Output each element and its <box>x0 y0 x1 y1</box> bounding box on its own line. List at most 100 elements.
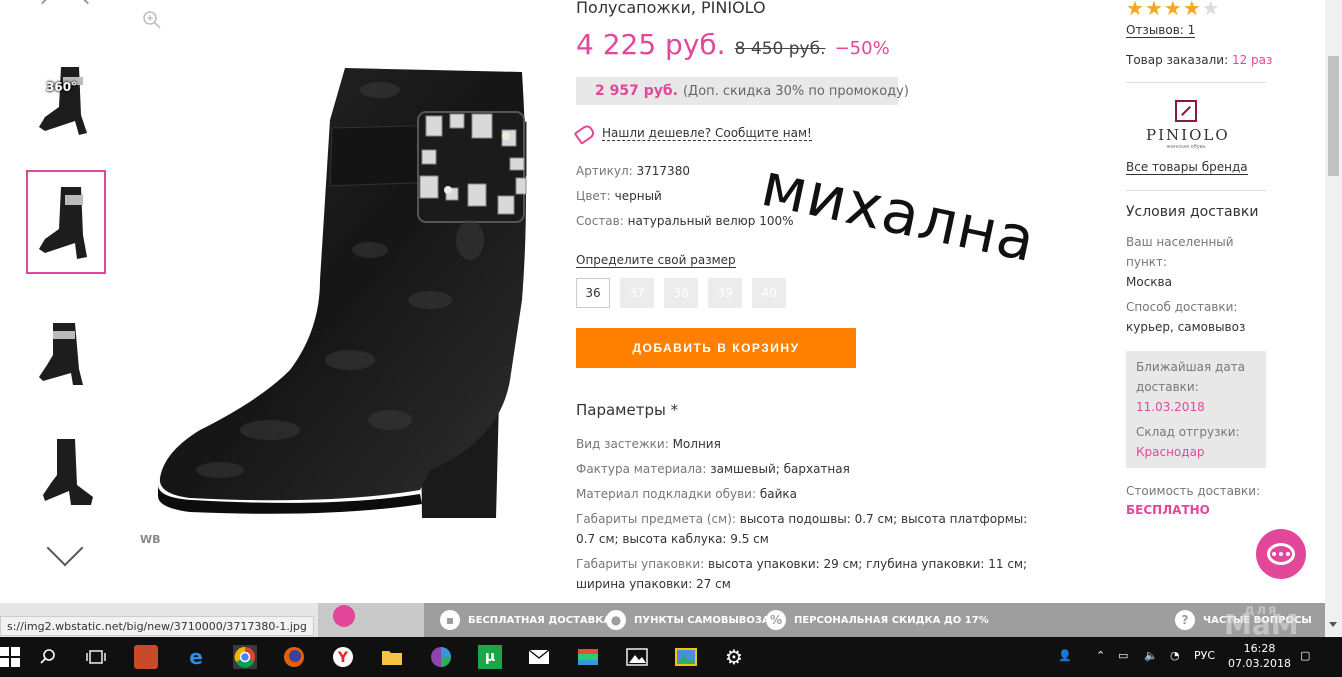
chat-button[interactable] <box>1256 529 1306 579</box>
notifications-icon[interactable]: ▢ <box>1300 649 1310 662</box>
tag-icon: % <box>766 610 786 630</box>
free-delivery-item[interactable]: ▪ БЕСПЛАТНАЯ ДОСТАВКА <box>440 603 611 637</box>
boot-thumbnail-image <box>43 439 93 505</box>
divider <box>1126 190 1266 191</box>
volume-icon[interactable]: 🔈 <box>1144 649 1158 662</box>
scrollbar-thumb[interactable] <box>1328 56 1339 176</box>
file-explorer-icon[interactable] <box>380 645 404 669</box>
price-row: 4 225 руб. 8 450 руб. −50% <box>576 28 890 61</box>
yandex-browser-icon[interactable]: Y <box>331 645 355 669</box>
param-value: байка <box>759 487 797 501</box>
found-cheaper[interactable]: Нашли дешевле? Сообщите нам! <box>573 122 812 145</box>
boot-thumbnail-image <box>39 67 87 135</box>
param-row: Фактура материала: замшевый; бархатная <box>576 459 1046 479</box>
mail-icon[interactable] <box>527 645 551 669</box>
size-option-unavailable: 39 <box>708 278 742 308</box>
thumbnail-back[interactable] <box>26 418 106 522</box>
chevron-up-icon[interactable]: ⌃ <box>1096 649 1105 662</box>
badge-360: 360° <box>46 80 78 94</box>
game-app-icon[interactable] <box>134 645 158 669</box>
thumbnail-strip: 360° <box>0 0 130 600</box>
size-option-unavailable: 40 <box>752 278 786 308</box>
bottom-item-label: ПЕРСОНАЛЬНАЯ СКИДКА ДО 17% <box>794 614 989 626</box>
notification-dot[interactable] <box>333 605 355 627</box>
promo-price-box: 2 957 руб. (Доп. скидка 30% по промокоду… <box>576 77 909 105</box>
attribute-value: черный <box>614 189 662 203</box>
windows-start-icon[interactable] <box>0 647 20 667</box>
size-guide-link[interactable]: Определите свой размер <box>576 253 736 268</box>
scrollbar[interactable] <box>1325 0 1342 637</box>
watermark: для МаМ <box>1224 604 1299 641</box>
brand-monogram-icon <box>1175 100 1197 122</box>
attribute-key: Артикул: <box>576 164 633 178</box>
current-price: 4 225 руб. <box>576 28 726 61</box>
scroll-up-icon[interactable] <box>41 0 89 27</box>
nearest-date-label: Ближайшая дата доставки: <box>1136 360 1246 394</box>
price-tag-icon <box>573 122 597 145</box>
task-view-icon[interactable] <box>84 645 108 669</box>
main-product-image[interactable]: WB <box>130 0 560 560</box>
boot-thumbnail-image <box>39 323 83 385</box>
thumbnail-side[interactable] <box>26 298 106 402</box>
delivery-cost-label: Стоимость доставки: <box>1126 484 1261 498</box>
wb-watermark: WB <box>140 533 161 546</box>
photos-app-icon[interactable] <box>625 645 649 669</box>
locality-label: Ваш населенный пункт: <box>1126 235 1234 269</box>
scroll-down-icon[interactable] <box>46 529 84 567</box>
scroll-down-arrow-icon[interactable] <box>1329 622 1337 627</box>
delivery-cost-value: БЕСПЛАТНО <box>1126 503 1210 517</box>
size-selector: 36 37 38 39 40 <box>576 278 796 308</box>
taskbar-clock[interactable]: 16:28 07.03.2018 <box>1228 641 1291 671</box>
watermark-bottom: МаМ <box>1224 608 1299 641</box>
media-app-icon[interactable] <box>576 645 600 669</box>
reviews-link[interactable]: Отзывов: 1 <box>1126 23 1196 38</box>
picasa-icon[interactable] <box>429 645 453 669</box>
personal-discount-item[interactable]: % ПЕРСОНАЛЬНАЯ СКИДКА ДО 17% <box>766 603 989 637</box>
nearest-date-value: 11.03.2018 <box>1136 400 1205 414</box>
brand-name: PINIOLO <box>1146 126 1230 144</box>
chrome-browser-icon[interactable] <box>233 645 257 669</box>
language-indicator[interactable]: РУС <box>1194 649 1215 662</box>
question-icon: ? <box>1175 610 1195 630</box>
size-option[interactable]: 36 <box>576 278 610 308</box>
battery-icon[interactable]: ▭ <box>1118 649 1128 662</box>
edge-browser-icon[interactable]: e <box>184 645 208 669</box>
pickup-points-item[interactable]: ● ПУНКТЫ САМОВЫВОЗА <box>606 603 770 637</box>
promo-note: (Доп. скидка 30% по промокоду) <box>682 83 909 99</box>
clock-time: 16:28 <box>1243 642 1276 655</box>
delivery-method-label: Способ доставки: <box>1126 300 1238 314</box>
param-row: Материал подкладки обуви: байка <box>576 484 1046 504</box>
network-icon[interactable]: ◔ <box>1170 649 1180 662</box>
param-row: Габариты упаковки: высота упаковки: 29 с… <box>576 554 1046 594</box>
truck-icon: ▪ <box>440 610 460 630</box>
star-icon: ★ <box>1163 0 1183 20</box>
brand-logo[interactable]: PINIOLO женская обувь <box>1146 100 1230 150</box>
all-brand-products-link[interactable]: Все товары бренда <box>1126 160 1248 175</box>
rating-stars: ★★★★★ <box>1126 0 1221 20</box>
add-to-cart-button[interactable]: ДОБАВИТЬ В КОРЗИНУ <box>576 328 856 368</box>
discount-badge: −50% <box>834 38 890 59</box>
size-option-unavailable: 37 <box>620 278 654 308</box>
firefox-browser-icon[interactable] <box>282 645 306 669</box>
status-bar-url: s://img2.wbstatic.net/big/new/3710000/37… <box>0 616 314 636</box>
locality-value[interactable]: Москва <box>1126 272 1266 292</box>
delivery-method-value: курьер, самовывоз <box>1126 320 1246 334</box>
utorrent-icon[interactable]: µ <box>478 645 502 669</box>
size-option-unavailable: 38 <box>664 278 698 308</box>
found-cheaper-link[interactable]: Нашли дешевле? Сообщите нам! <box>602 126 812 141</box>
settings-gear-icon[interactable]: ⚙ <box>722 645 746 669</box>
windows-taskbar: e Y µ ⚙ 👤 ⌃ ▭ 🔈 ◔ РУС 16:28 07.03.2018 ▢ <box>0 637 1342 677</box>
people-icon[interactable]: 👤 <box>1058 649 1072 662</box>
ordered-label: Товар заказали: <box>1126 53 1229 67</box>
warehouse-label: Склад отгрузки: <box>1136 425 1240 439</box>
star-icon: ★ <box>1126 0 1145 20</box>
ordered-value: 12 раз <box>1231 53 1273 67</box>
params-title: Параметры * <box>576 401 679 419</box>
boot-thumbnail-image <box>39 187 87 259</box>
old-price: 8 450 руб. <box>734 39 826 59</box>
image-viewer-icon[interactable] <box>674 645 698 669</box>
search-icon[interactable] <box>36 645 60 669</box>
thumbnail-360[interactable]: 360° <box>26 48 106 152</box>
thumbnail-active[interactable] <box>26 170 106 274</box>
param-value: замшевый; бархатная <box>710 462 850 476</box>
